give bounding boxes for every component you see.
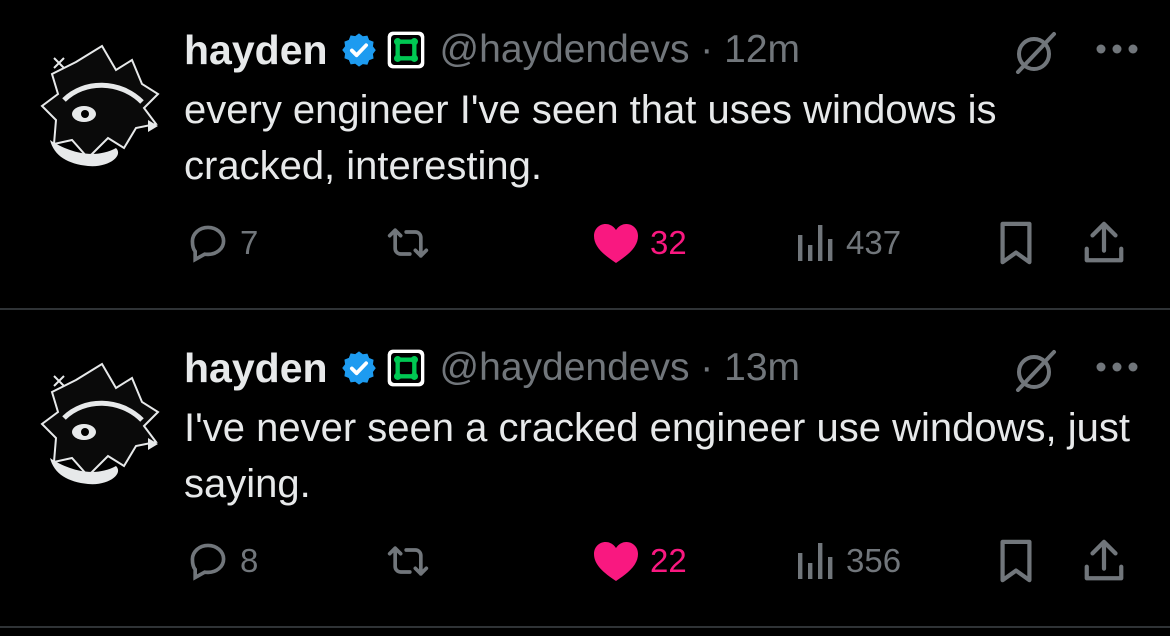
tweet-divider	[0, 626, 1170, 628]
more-options-icon[interactable]	[1094, 360, 1140, 374]
tweet-header: hayden @haydendevs · 13m	[184, 340, 800, 396]
avatar[interactable]	[24, 40, 164, 180]
grok-icon[interactable]	[1012, 348, 1060, 392]
tweet-text: I've never seen a cracked engineer use w…	[184, 406, 1130, 506]
handle-and-time[interactable]: @haydendevs · 13m	[440, 346, 800, 390]
views-count: 356	[846, 542, 902, 579]
heart-filled-icon	[594, 224, 638, 263]
tweet-divider	[0, 308, 1170, 310]
tweet-text: every engineer I've seen that uses windo…	[184, 88, 997, 188]
share-button[interactable]	[1082, 536, 1126, 586]
share-icon	[1084, 221, 1124, 263]
views-button[interactable]: 437	[796, 218, 901, 268]
retweet-icon	[387, 228, 429, 258]
handle-and-time[interactable]: @haydendevs · 12m	[440, 28, 800, 72]
views-icon	[798, 225, 833, 261]
affiliate-badge-icon[interactable]	[386, 30, 426, 70]
verified-badge-icon[interactable]	[340, 349, 378, 387]
grok-icon[interactable]	[1012, 30, 1060, 74]
like-button[interactable]: 32	[592, 218, 687, 268]
author-name[interactable]: hayden	[184, 345, 328, 392]
bookmark-button[interactable]	[996, 536, 1036, 586]
tweet-actions: 8 22 356	[0, 536, 1170, 586]
author-name[interactable]: hayden	[184, 27, 328, 74]
views-icon	[798, 543, 833, 579]
reply-button[interactable]: 8	[186, 536, 258, 586]
heart-filled-icon	[594, 542, 638, 581]
views-button[interactable]: 356	[796, 536, 901, 586]
reply-count: 8	[240, 542, 259, 579]
reply-count: 7	[240, 224, 259, 261]
tweet-actions: 7 32 437	[0, 218, 1170, 268]
like-count: 22	[650, 542, 687, 579]
reply-button[interactable]: 7	[186, 218, 258, 268]
retweet-icon	[387, 546, 429, 576]
tweet[interactable]: hayden @haydendevs · 13m I've never seen…	[0, 318, 1170, 636]
share-button[interactable]	[1082, 218, 1126, 268]
avatar[interactable]	[24, 358, 164, 498]
like-button[interactable]: 22	[592, 536, 687, 586]
tweet[interactable]: hayden @haydendevs · 12m every engineer …	[0, 0, 1170, 318]
affiliate-badge-icon[interactable]	[386, 348, 426, 388]
like-count: 32	[650, 224, 687, 261]
more-options-icon[interactable]	[1094, 42, 1140, 56]
verified-badge-icon[interactable]	[340, 31, 378, 69]
reply-icon	[190, 543, 226, 581]
retweet-button[interactable]	[384, 218, 442, 268]
share-icon	[1084, 539, 1124, 581]
tweet-header: hayden @haydendevs · 12m	[184, 22, 800, 78]
retweet-button[interactable]	[384, 536, 442, 586]
views-count: 437	[846, 224, 902, 261]
bookmark-icon	[1000, 221, 1032, 265]
bookmark-button[interactable]	[996, 218, 1036, 268]
reply-icon	[190, 225, 226, 263]
bookmark-icon	[1000, 539, 1032, 583]
